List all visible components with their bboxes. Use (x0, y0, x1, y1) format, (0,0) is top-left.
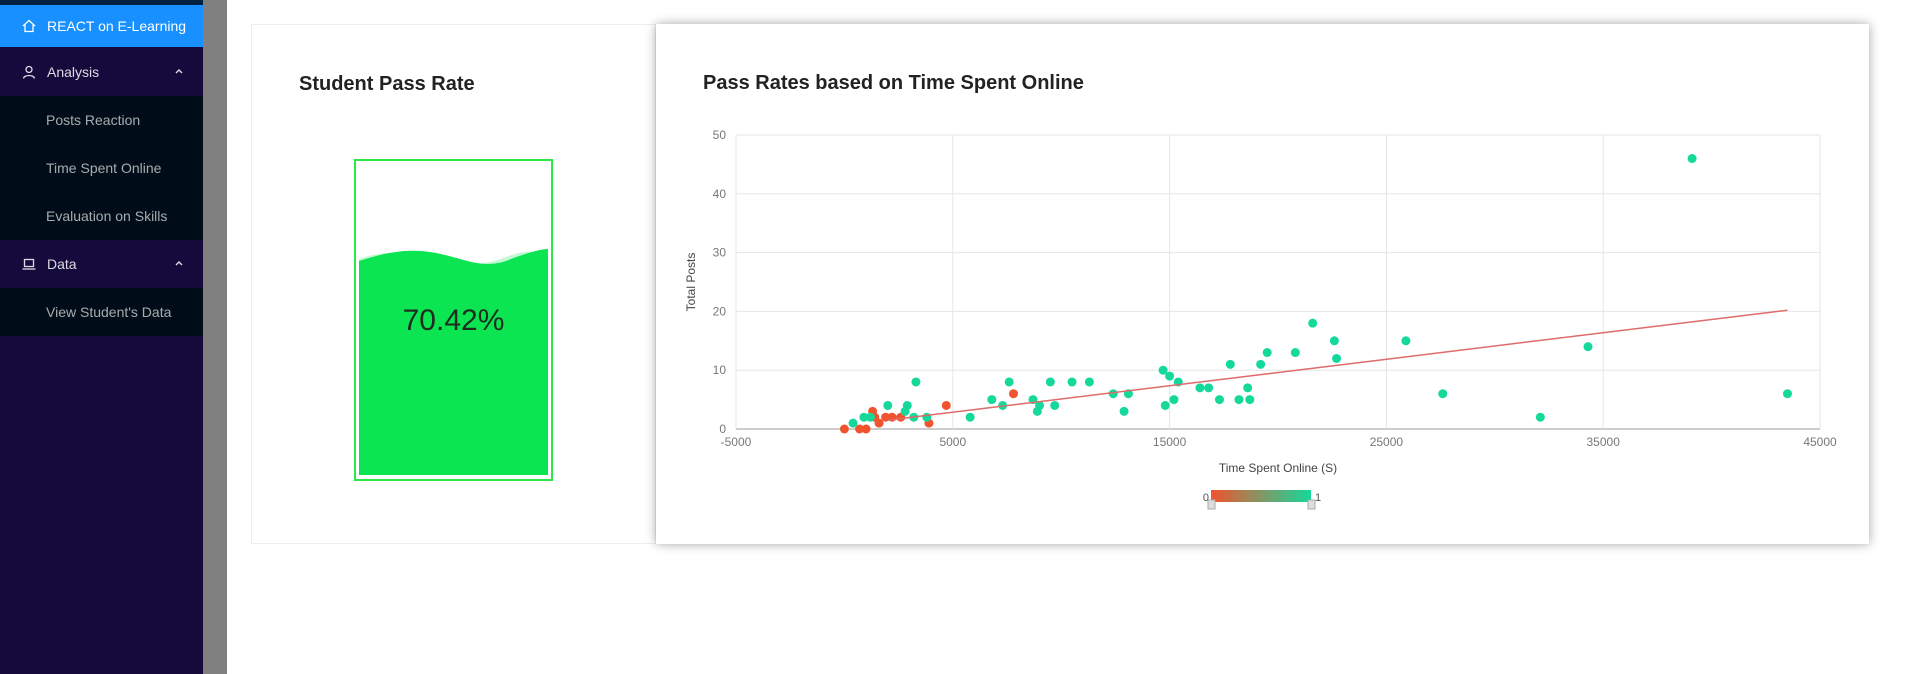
pass-point (1332, 353, 1342, 363)
fail-point (941, 400, 951, 410)
pass-point (1687, 154, 1697, 164)
pass-point (883, 400, 893, 410)
pass-point (1119, 406, 1129, 416)
sidebar-item-view-students-data[interactable]: View Student's Data (0, 288, 203, 336)
pass-rate-title: Student Pass Rate (299, 73, 475, 95)
chevron-up-icon (175, 69, 183, 74)
x-tick-label: 5000 (939, 435, 966, 449)
y-tick-label: 40 (713, 187, 727, 201)
pass-point (911, 377, 921, 387)
sidebar-item-evaluation-on-skills[interactable]: Evaluation on Skills (0, 192, 203, 240)
sidebar-item-label: View Student's Data (46, 304, 172, 320)
pass-point (1290, 348, 1300, 358)
pass-point (1169, 395, 1179, 405)
pass-point (1583, 342, 1593, 352)
pass-point (1225, 359, 1235, 369)
sidebar-item-label: Posts Reaction (46, 112, 141, 128)
pass-point (1401, 336, 1411, 346)
pass-point (1243, 383, 1253, 393)
sidebar-brand-label: REACT on E-Learning (47, 18, 187, 34)
x-tick-label: -5000 (721, 435, 752, 449)
fail-point (1009, 389, 1019, 399)
pass-point (1329, 336, 1339, 346)
sidebar-item-label: Evaluation on Skills (46, 208, 168, 224)
pass-point (1195, 383, 1205, 393)
pass-point (1782, 389, 1792, 399)
pass-point (1535, 412, 1545, 422)
pass-point (1050, 400, 1060, 410)
x-axis-label: Time Spent Online (S) (1219, 461, 1337, 475)
pass-point (1256, 359, 1266, 369)
sidebar-item-time-spent-online[interactable]: Time Spent Online (0, 144, 203, 192)
pass-point (1234, 395, 1244, 405)
pass-point (848, 418, 858, 428)
laptop-icon (21, 256, 37, 272)
pass-point (1204, 383, 1214, 393)
scatter-chart[interactable]: 01020304050-5000 5000 15000 25000 35000 45000… (656, 24, 1869, 544)
chevron-up-icon (175, 261, 183, 266)
pass-rate-value: 70.42% (402, 304, 505, 337)
visualmap-max-label: 1 (1315, 492, 1321, 504)
liquid-fill-gauge: 70.42% (354, 159, 553, 481)
pass-point (1214, 395, 1224, 405)
y-tick-label: 50 (713, 128, 727, 142)
visualmap-min-label: 0 (1203, 492, 1209, 504)
pass-point (1067, 377, 1077, 387)
pass-point (987, 395, 997, 405)
sidebar: REACT on E-Learning Analysis Posts React… (0, 0, 203, 674)
pass-point (1245, 395, 1255, 405)
sidebar-group-data[interactable]: Data (0, 240, 203, 288)
visualmap-handle-min (1207, 499, 1216, 510)
sidebar-item-home[interactable]: REACT on E-Learning (0, 5, 203, 47)
x-tick-label: 25000 (1370, 435, 1404, 449)
pass-point (1308, 318, 1318, 328)
trend-line (887, 309, 1788, 421)
x-tick-label: 15000 (1153, 435, 1187, 449)
y-tick-label: 0 (719, 422, 726, 436)
pass-point (902, 400, 912, 410)
pass-point (1004, 377, 1014, 387)
pass-point (865, 412, 875, 422)
sidebar-item-posts-reaction[interactable]: Posts Reaction (0, 96, 203, 144)
fail-point (839, 424, 849, 434)
user-icon (21, 64, 37, 80)
x-tick-label: 45000 (1803, 435, 1837, 449)
x-tick-label: 35000 (1587, 435, 1621, 449)
pass-point (1045, 377, 1055, 387)
pass-point (965, 412, 975, 422)
y-tick-label: 10 (713, 363, 727, 377)
sidebar-group-analysis[interactable]: Analysis (0, 48, 203, 96)
pass-point (922, 412, 932, 422)
pass-point (1262, 348, 1272, 358)
home-icon (21, 18, 37, 34)
sidebar-group-label: Analysis (47, 64, 100, 80)
fail-point (861, 424, 871, 434)
y-tick-label: 30 (713, 246, 727, 260)
pass-point (1438, 389, 1448, 399)
y-tick-label: 20 (713, 304, 727, 318)
sidebar-group-label: Data (47, 256, 77, 272)
pass-point (1160, 400, 1170, 410)
y-axis-label: Total Posts (684, 253, 698, 312)
visualmap-bar (1211, 490, 1311, 502)
visualmap-handle-max (1307, 499, 1316, 510)
scatter-card: Pass Rates based on Time Spent Online 01… (656, 24, 1869, 544)
pass-point (1165, 371, 1175, 381)
pass-point (1084, 377, 1094, 387)
sidebar-item-label: Time Spent Online (46, 160, 162, 176)
